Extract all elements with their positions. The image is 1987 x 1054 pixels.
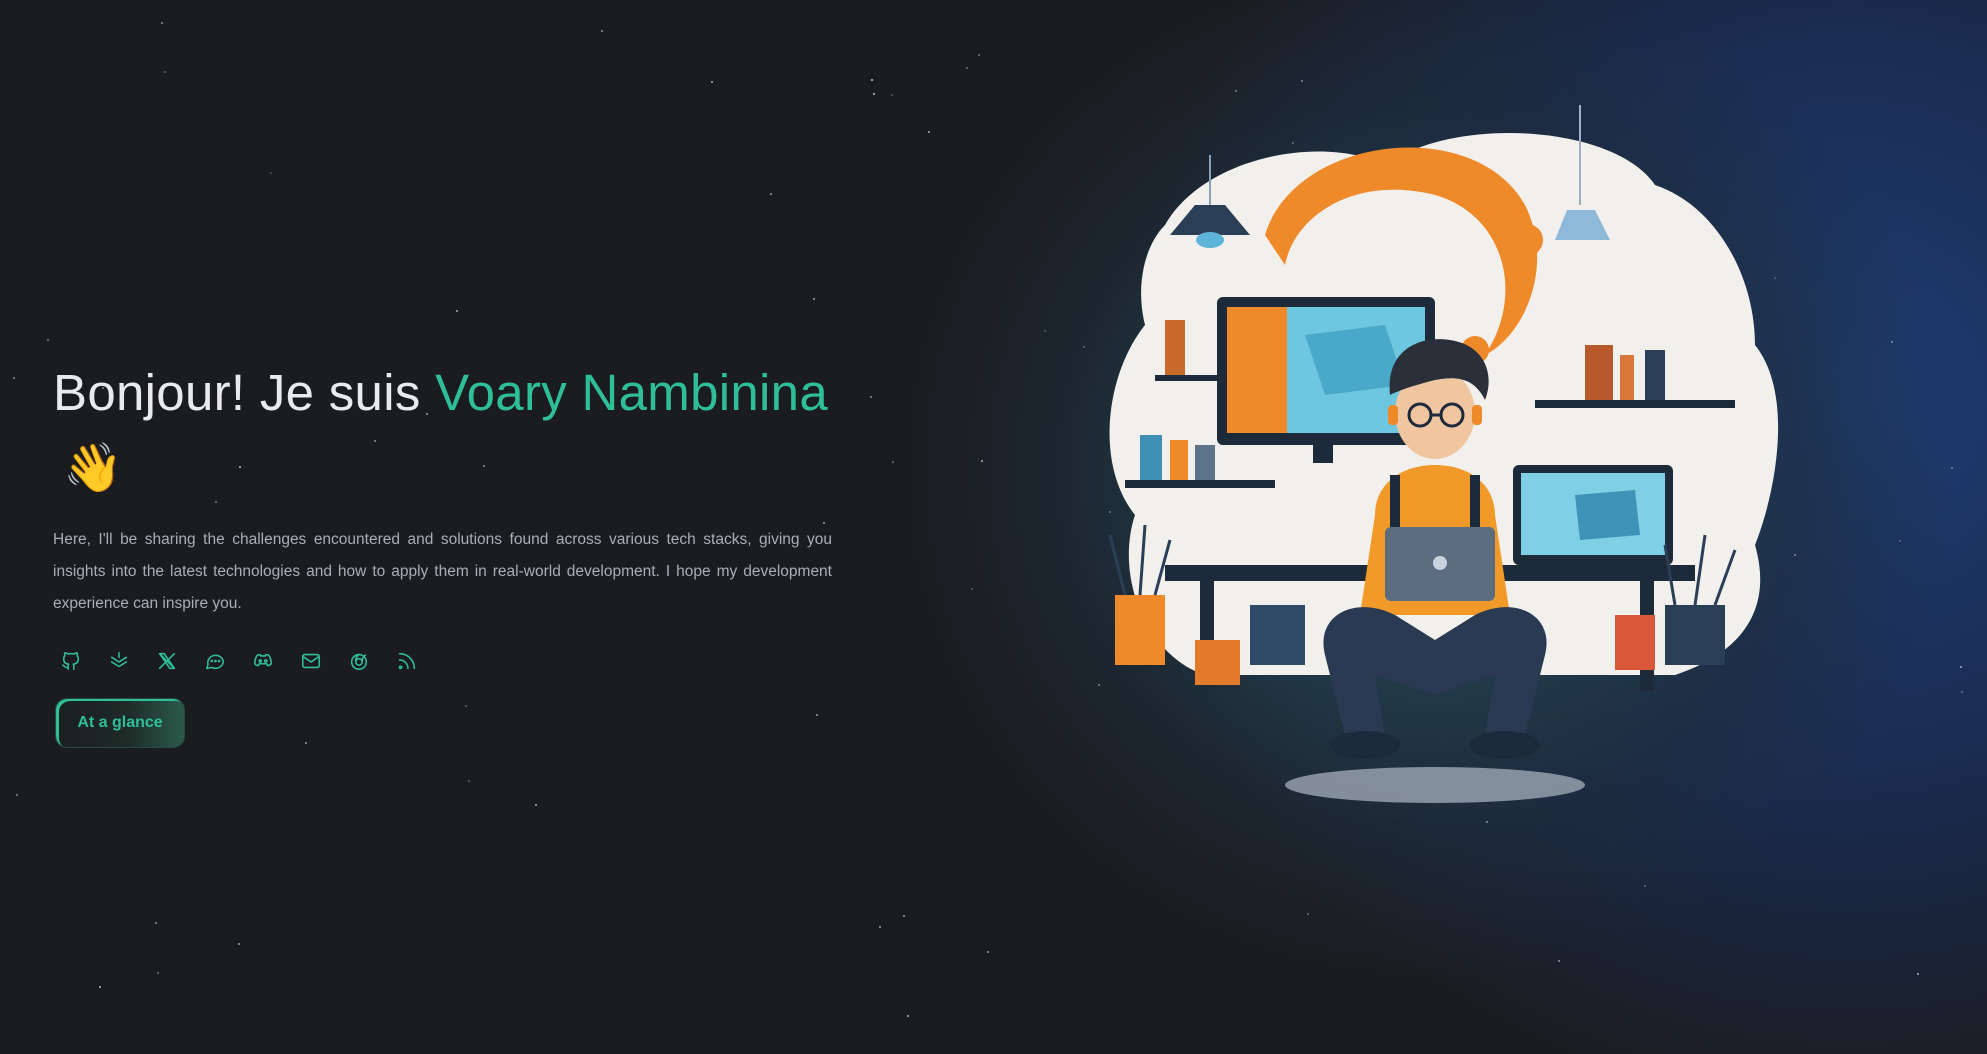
star-dot	[1558, 960, 1560, 962]
star-dot	[903, 915, 905, 917]
star-dot	[907, 1015, 909, 1017]
hero-name: Voary Nambinina	[435, 364, 829, 421]
star-dot	[1301, 80, 1303, 82]
star-dot	[1951, 467, 1953, 469]
star-dot	[1235, 90, 1237, 92]
star-dot	[1891, 341, 1893, 343]
chat-icon[interactable]	[202, 648, 228, 674]
star-dot	[161, 22, 163, 24]
hero-section: Bonjour! Je suis Voary Nambinina 👋 Here,…	[53, 360, 833, 748]
github-icon[interactable]	[58, 648, 84, 674]
mail-icon[interactable]	[298, 648, 324, 674]
star-dot	[16, 794, 18, 796]
star-dot	[981, 460, 983, 462]
at-a-glance-button[interactable]: At a glance	[55, 698, 185, 748]
star-dot	[238, 943, 240, 945]
star-dot	[1307, 913, 1309, 915]
star-dot	[99, 986, 101, 988]
star-dot	[155, 922, 157, 924]
spiral-icon[interactable]	[346, 648, 372, 674]
discord-icon[interactable]	[250, 648, 276, 674]
star-dot	[1044, 330, 1046, 332]
star-dot	[978, 54, 980, 56]
page: Bonjour! Je suis Voary Nambinina 👋 Here,…	[0, 0, 1987, 1054]
star-dot	[813, 298, 815, 300]
star-dot	[870, 396, 872, 398]
hero-title: Bonjour! Je suis Voary Nambinina	[53, 360, 833, 426]
star-dot	[1961, 691, 1963, 693]
star-dot	[601, 30, 603, 32]
layers-icon[interactable]	[106, 648, 132, 674]
hero-greeting: Bonjour! Je suis	[53, 364, 436, 421]
star-dot	[879, 926, 881, 928]
social-links	[58, 648, 833, 674]
waving-hand-icon: 👋	[63, 440, 123, 496]
intro-paragraph: Here, I'll be sharing the challenges enc…	[53, 531, 832, 612]
star-dot	[871, 79, 873, 81]
star-dot	[468, 780, 470, 782]
star-dot	[1917, 973, 1919, 975]
star-dot	[770, 193, 772, 195]
star-dot	[1644, 885, 1646, 887]
x-icon[interactable]	[154, 648, 180, 674]
star-dot	[711, 81, 713, 83]
star-dot	[157, 972, 159, 974]
star-dot	[535, 804, 537, 806]
star-dot	[971, 588, 973, 590]
star-dot	[164, 71, 166, 73]
developer-illustration	[1108, 105, 1779, 803]
star-dot	[1960, 666, 1962, 668]
star-dot	[270, 172, 272, 174]
star-dot	[1899, 540, 1901, 542]
rss-icon[interactable]	[394, 648, 420, 674]
star-dot	[1486, 821, 1488, 823]
star-dot	[456, 310, 458, 312]
star-dot	[987, 951, 989, 953]
star-dot	[928, 131, 930, 133]
star-dot	[892, 461, 894, 463]
star-dot	[891, 94, 893, 96]
star-dot	[47, 339, 49, 341]
star-dot	[873, 93, 875, 95]
star-dot	[13, 377, 15, 379]
star-dot	[966, 67, 968, 69]
